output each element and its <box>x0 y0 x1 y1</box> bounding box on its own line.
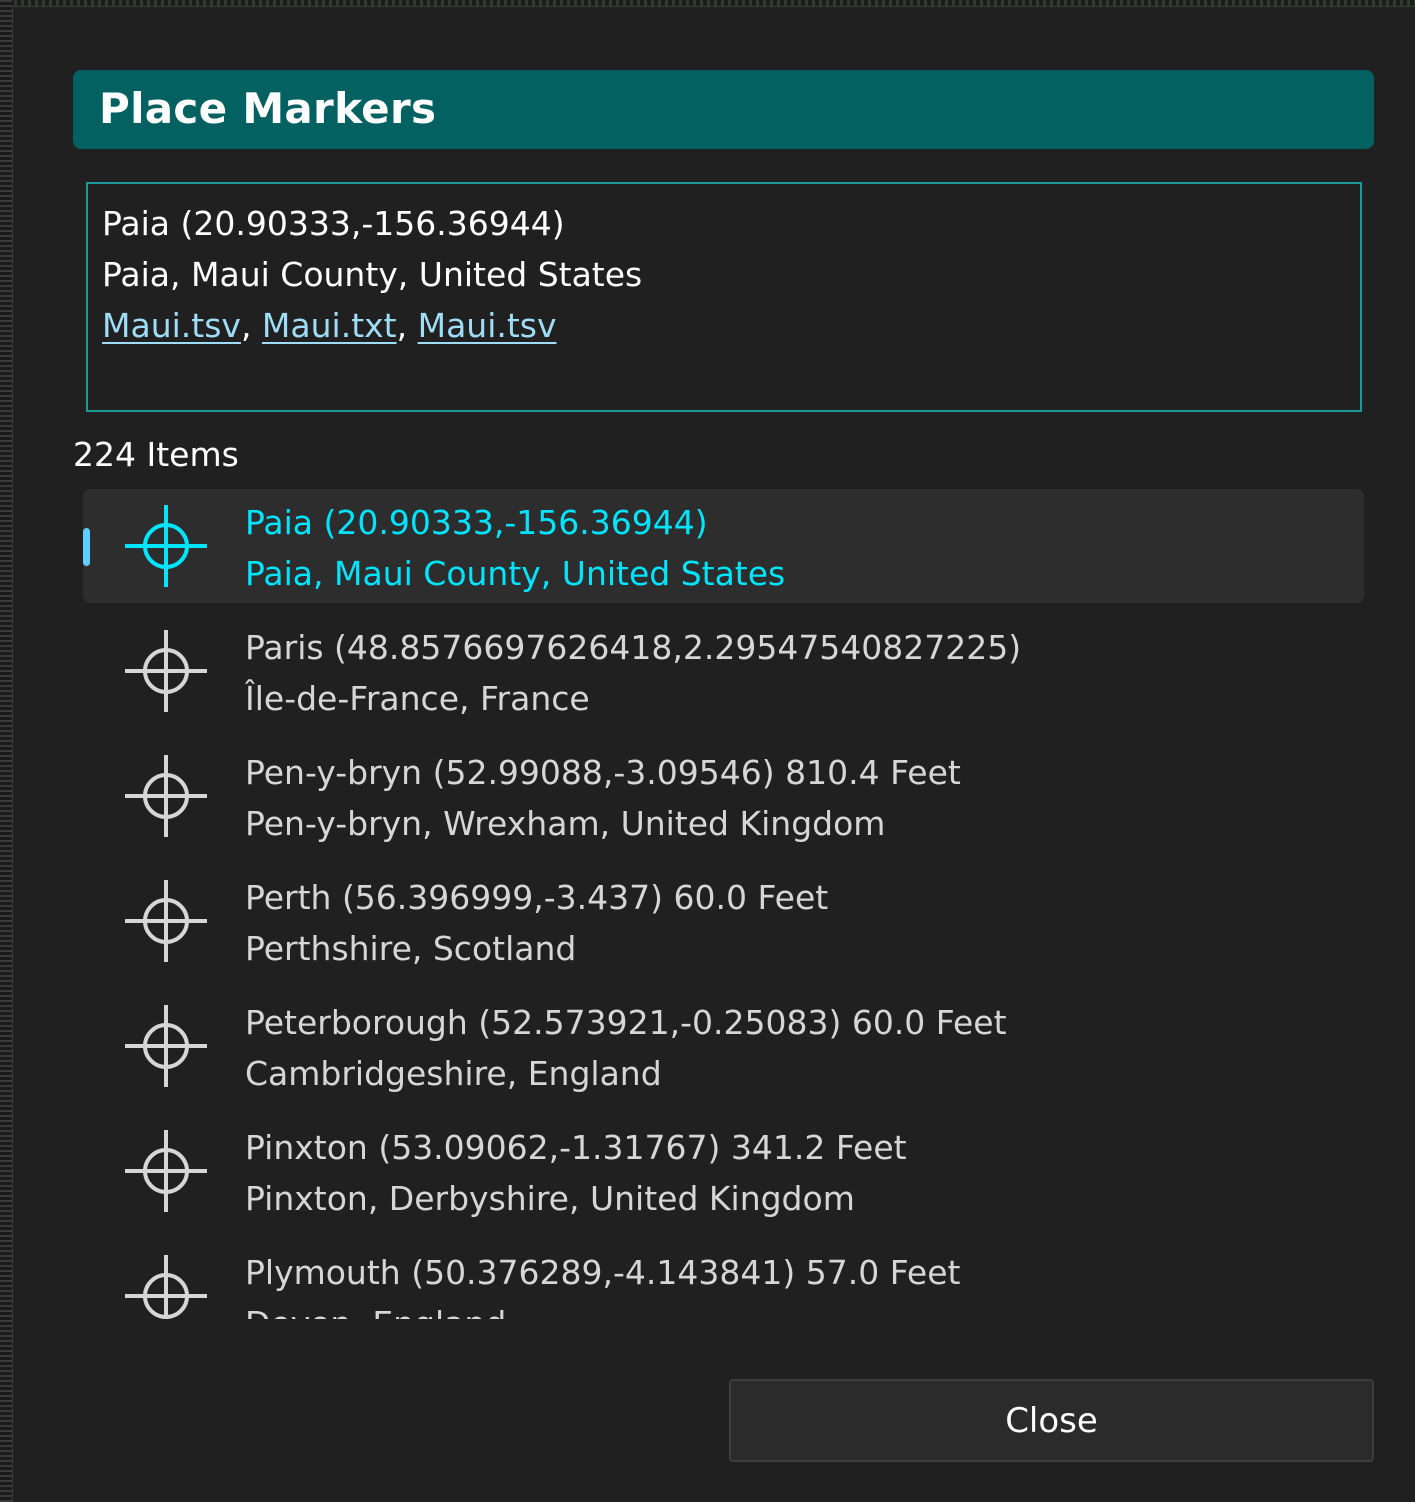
file-link-maui-tsv[interactable]: Maui.tsv <box>102 306 241 345</box>
crosshair-icon <box>125 1130 207 1212</box>
list-item[interactable]: Perth (56.396999,-3.437) 60.0 Feet Perths… <box>83 864 1364 978</box>
item-count: 224 Items <box>73 435 239 474</box>
list-item-title: Paia (20.90333,-156.36944) <box>245 503 708 542</box>
list-item[interactable]: Paris (48.8576697626418,2.29547540827225… <box>83 614 1364 728</box>
list-item-title: Plymouth (50.376289,-4.143841) 57.0 Feet <box>245 1253 961 1292</box>
close-button[interactable]: Close <box>729 1379 1374 1462</box>
list-item[interactable]: Peterborough (52.573921,-0.25083) 60.0 F… <box>83 989 1364 1103</box>
link-separator: , <box>240 306 262 345</box>
list-item-location: Pinxton, Derbyshire, United Kingdom <box>245 1179 855 1218</box>
list-item[interactable]: Paia (20.90333,-156.36944) Paia, Maui Cou… <box>83 489 1364 603</box>
detail-location: Paia, Maui County, United States <box>102 255 643 294</box>
link-separator: , <box>396 306 418 345</box>
place-markers-dialog: Place Markers Paia (20.90333,-156.36944)… <box>12 6 1415 1502</box>
detail-coordinates: Paia (20.90333,-156.36944) <box>102 204 565 243</box>
crosshair-icon <box>125 505 207 587</box>
dialog-title: Place Markers <box>99 84 437 133</box>
selected-place-details: Paia (20.90333,-156.36944) Paia, Maui Co… <box>86 182 1362 412</box>
file-link-maui-txt[interactable]: Maui.txt <box>262 306 397 345</box>
place-list[interactable]: Paia (20.90333,-156.36944) Paia, Maui Cou… <box>83 489 1365 1319</box>
list-item-title: Perth (56.396999,-3.437) 60.0 Feet <box>245 878 829 917</box>
list-item-location: Perthshire, Scotland <box>245 929 577 968</box>
crosshair-icon <box>125 1005 207 1087</box>
list-item-title: Pinxton (53.09062,-1.31767) 341.2 Feet <box>245 1128 907 1167</box>
list-item[interactable]: Plymouth (50.376289,-4.143841) 57.0 Feet… <box>83 1239 1364 1319</box>
crosshair-icon <box>125 630 207 712</box>
list-item-title: Paris (48.8576697626418,2.29547540827225… <box>245 628 1022 667</box>
list-item-location: Pen-y-bryn, Wrexham, United Kingdom <box>245 804 886 843</box>
list-item[interactable]: Pen-y-bryn (52.99088,-3.09546) 810.4 Fee… <box>83 739 1364 853</box>
crosshair-icon <box>125 755 207 837</box>
selection-indicator <box>83 528 90 566</box>
list-item-title: Peterborough (52.573921,-0.25083) 60.0 F… <box>245 1003 1007 1042</box>
list-item[interactable]: Pinxton (53.09062,-1.31767) 341.2 Feet Pi… <box>83 1114 1364 1228</box>
list-item-location: Paia, Maui County, United States <box>245 554 786 593</box>
dialog-title-bar: Place Markers <box>73 70 1374 149</box>
detail-file-links: Maui.tsv, Maui.txt, Maui.tsv <box>102 306 557 345</box>
list-item-location: Île-de-France, France <box>245 679 590 718</box>
list-item-location: Devon, England <box>245 1304 506 1319</box>
list-item-location: Cambridgeshire, England <box>245 1054 662 1093</box>
file-link-maui-tsv-2[interactable]: Maui.tsv <box>418 306 557 345</box>
background-map-edge-left <box>0 0 12 1502</box>
crosshair-icon <box>125 880 207 962</box>
crosshair-icon <box>125 1255 207 1319</box>
list-item-title: Pen-y-bryn (52.99088,-3.09546) 810.4 Fee… <box>245 753 961 792</box>
